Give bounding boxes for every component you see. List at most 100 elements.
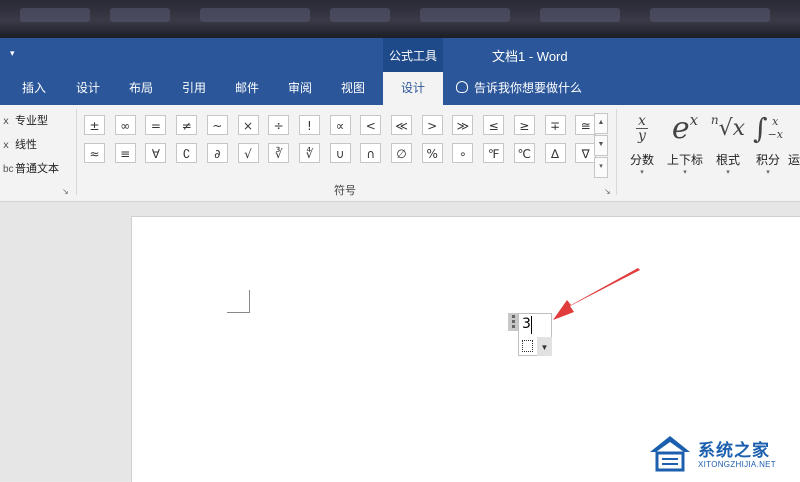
title-bar: ▾ 公式工具 文档1 - Word xyxy=(0,38,800,72)
quick-access-dropdown-icon[interactable]: ▾ xyxy=(10,48,15,59)
scroll-up-icon[interactable]: ▲ xyxy=(594,113,608,134)
integral-sign: ∫ xyxy=(752,111,768,145)
symbol-button[interactable]: ∞ xyxy=(114,115,136,135)
watermark: 系统之家 XITONGZHIJIA.NET xyxy=(640,430,800,481)
symbol-button[interactable]: ℃ xyxy=(513,143,535,163)
integral-lower-limit: −x xyxy=(767,128,783,141)
symbol-button[interactable]: ÷ xyxy=(268,115,290,135)
professional-icon: ⅹ xyxy=(3,116,9,127)
lightbulb-icon xyxy=(456,81,468,93)
fraction-button[interactable]: x y 分数 ▾ xyxy=(619,105,665,201)
script-button[interactable]: ex 上下标 ▾ xyxy=(662,105,708,201)
tab-equation-design[interactable]: 设计 xyxy=(383,72,443,105)
symbol-button[interactable]: ≪ xyxy=(391,115,412,135)
integral-button[interactable]: ∫ x −x 积分 ▾ xyxy=(745,105,791,201)
fraction-denominator: y xyxy=(638,127,646,144)
symbol-button[interactable]: < xyxy=(360,115,382,135)
radical-index: n xyxy=(710,113,719,127)
divider xyxy=(616,109,617,195)
tab-references[interactable]: 引用 xyxy=(170,72,218,105)
operator-icon xyxy=(788,105,800,151)
fraction-icon: x y xyxy=(619,105,665,151)
tools-dialog-launcher-icon[interactable]: ↘ xyxy=(62,187,69,196)
normal-text-icon: bc xyxy=(3,164,14,175)
tab-view[interactable]: 视图 xyxy=(329,72,377,105)
symbol-button[interactable]: ∛ xyxy=(268,143,290,163)
symbol-button[interactable]: ∩ xyxy=(360,143,382,163)
equation-numerator[interactable]: 3 xyxy=(522,316,531,332)
tell-me-box[interactable]: 告诉我你想要做什么 xyxy=(456,72,582,105)
gallery-more-icon[interactable]: ▾ xyxy=(594,157,608,178)
script-base: e xyxy=(671,110,690,146)
tab-design[interactable]: 设计 xyxy=(64,72,112,105)
symbol-button[interactable]: √ xyxy=(237,143,259,163)
divider xyxy=(76,109,77,195)
tab-layout[interactable]: 布局 xyxy=(117,72,165,105)
symbol-button[interactable]: ≫ xyxy=(452,115,474,135)
symbol-button[interactable]: ≥ xyxy=(513,115,535,135)
tab-review[interactable]: 审阅 xyxy=(276,72,324,105)
watermark-name: 系统之家 xyxy=(698,441,770,460)
chevron-down-icon: ▾ xyxy=(766,169,770,176)
radical-base: √x xyxy=(718,115,746,141)
symbol-button[interactable]: ≈ xyxy=(84,143,105,163)
symbol-button[interactable]: ∘ xyxy=(452,143,474,163)
equation-options-dropdown-icon[interactable]: ▼ xyxy=(537,337,552,356)
text-cursor xyxy=(531,316,532,334)
symbol-button[interactable]: ∁ xyxy=(176,143,198,163)
ribbon-tab-row: 插入 设计 布局 引用 邮件 审阅 视图 设计 告诉我你想要做什么 xyxy=(0,72,800,105)
symbol-button[interactable]: = xyxy=(145,115,167,135)
scroll-down-icon[interactable]: ▼ xyxy=(594,135,608,156)
symbol-button[interactable]: ~ xyxy=(206,115,228,135)
symbol-gallery-scroll: ▲ ▼ ▾ xyxy=(594,113,608,178)
large-operator-label: 运 xyxy=(788,153,800,167)
symbol-button[interactable]: ∂ xyxy=(206,143,228,163)
document-title: 文档1 - Word xyxy=(492,49,568,64)
symbol-button[interactable]: ∝ xyxy=(329,115,351,135)
fraction-numerator: x xyxy=(638,112,646,129)
fraction-label: 分数 xyxy=(629,153,654,167)
symbol-button[interactable]: % xyxy=(421,143,443,163)
watermark-url: XITONGZHIJIA.NET xyxy=(698,460,776,469)
symbol-button[interactable]: ∪ xyxy=(329,143,351,163)
script-icon: ex xyxy=(662,105,708,151)
linear-label: 线性 xyxy=(15,139,37,151)
symbol-button[interactable]: ∅ xyxy=(391,143,412,163)
normal-text-label: 普通文本 xyxy=(15,163,59,175)
equation-move-handle[interactable] xyxy=(508,313,518,331)
professional-option[interactable]: ⅹ 专业型 xyxy=(3,112,48,128)
chevron-down-icon: ▾ xyxy=(640,169,644,176)
integral-upper-limit: x xyxy=(772,115,779,128)
symbol-button[interactable]: ± xyxy=(84,115,105,135)
symbols-group-label: 符号 xyxy=(334,185,356,197)
professional-label: 专业型 xyxy=(15,115,48,127)
large-operator-button[interactable]: 运 xyxy=(788,105,800,201)
symbol-button[interactable]: ∓ xyxy=(544,115,566,135)
symbol-button[interactable]: > xyxy=(421,115,443,135)
margin-corner-mark xyxy=(227,290,250,313)
symbol-button[interactable]: ≤ xyxy=(483,115,505,135)
integral-icon: ∫ x −x xyxy=(745,105,791,151)
integral-label: 积分 xyxy=(755,153,780,167)
chevron-down-icon: ▾ xyxy=(683,169,687,176)
equation-tools-context-label: 公式工具 xyxy=(383,38,443,72)
linear-option[interactable]: ⅹ 线性 xyxy=(3,136,37,152)
symbol-button[interactable]: × xyxy=(237,115,259,135)
normal-text-option[interactable]: bc普通文本 xyxy=(3,160,59,176)
tell-me-text: 告诉我你想要做什么 xyxy=(474,81,583,95)
tab-mailings[interactable]: 邮件 xyxy=(223,72,271,105)
tab-insert[interactable]: 插入 xyxy=(10,72,58,105)
symbol-button[interactable]: ∀ xyxy=(145,143,167,163)
script-label: 上下标 xyxy=(666,153,703,167)
symbol-button[interactable]: ! xyxy=(298,115,320,135)
symbol-button[interactable]: ≡ xyxy=(114,143,136,163)
equation-placeholder[interactable] xyxy=(522,340,533,352)
desktop-background xyxy=(0,0,800,38)
symbols-dialog-launcher-icon[interactable]: ↘ xyxy=(604,187,611,196)
symbol-button[interactable]: ∜ xyxy=(298,143,320,163)
symbol-button[interactable]: ℉ xyxy=(483,143,505,163)
ribbon: ⅹ 专业型 ⅹ 线性 bc普通文本 ↘ ± ∞ = ≠ ~ × ÷! ∝ < ≪ > ≫ ≤ ≥ ∓ ≅ ≈ ≡ ∀ ∁ ∂… xyxy=(0,105,800,202)
symbol-button[interactable]: ∆ xyxy=(544,143,566,163)
script-superscript: x xyxy=(689,111,699,129)
symbol-button[interactable]: ≠ xyxy=(176,115,198,135)
